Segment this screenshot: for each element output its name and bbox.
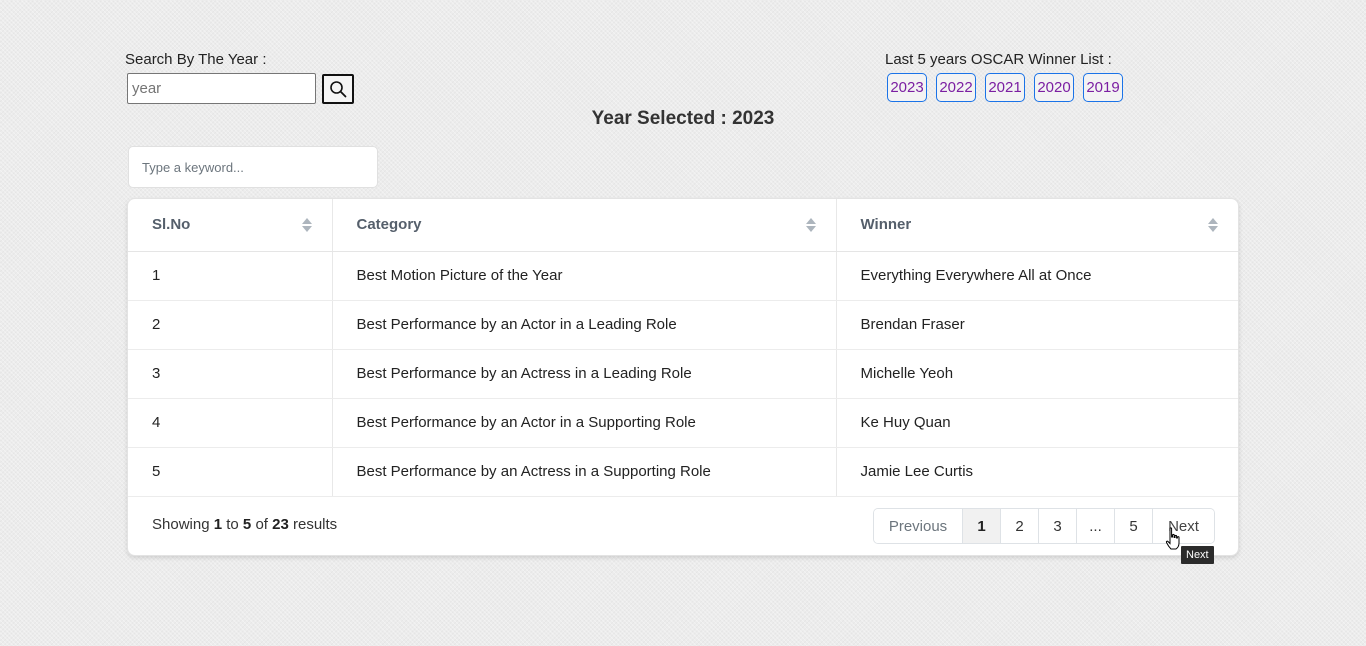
sort-icon[interactable] (301, 217, 312, 232)
cell-winner: Brendan Fraser (835, 300, 1238, 350)
search-icon (330, 81, 347, 98)
summary-from: 1 (213, 516, 223, 533)
cell-slno: 5 (128, 447, 332, 497)
page-button-1[interactable]: 1 (962, 509, 1000, 543)
sort-icon[interactable] (1208, 217, 1218, 232)
column-header-category[interactable]: Category (331, 199, 836, 252)
column-header-label: Category (356, 216, 422, 234)
table-row: 5 Best Performance by an Actress in a Su… (128, 447, 1238, 497)
table-header-row: Sl.No Category Winner (128, 199, 1238, 252)
cell-winner: Jamie Lee Curtis (835, 447, 1238, 497)
cell-slno: 4 (128, 398, 332, 448)
page-button-5[interactable]: 5 (1114, 509, 1152, 543)
summary-to: 5 (242, 516, 252, 533)
cell-category: Best Performance by an Actor in a Leadin… (331, 300, 836, 350)
cell-slno: 3 (128, 349, 332, 399)
column-header-slno[interactable]: Sl.No (128, 199, 332, 252)
year-button-2022[interactable]: 2022 (936, 73, 976, 102)
next-page-button[interactable]: Next (1152, 509, 1214, 543)
year-button-2023[interactable]: 2023 (887, 73, 927, 102)
table-row: 3 Best Performance by an Actress in a Le… (128, 349, 1238, 399)
column-header-winner[interactable]: Winner (835, 199, 1238, 252)
search-label: Search By The Year : (125, 51, 267, 68)
next-tooltip: Next (1181, 546, 1214, 564)
year-button-2020[interactable]: 2020 (1034, 73, 1074, 102)
results-table: Sl.No Category Winner 1 Best Motion Pict… (128, 199, 1238, 497)
table-row: 2 Best Performance by an Actor in a Lead… (128, 300, 1238, 350)
sort-icon[interactable] (805, 217, 816, 232)
hand-cursor-icon (1165, 527, 1180, 550)
cell-winner: Everything Everywhere All at Once (835, 251, 1238, 301)
column-header-label: Sl.No (152, 216, 191, 234)
summary-to-word: to (226, 516, 239, 533)
year-search-input[interactable] (127, 73, 316, 104)
cell-category: Best Performance by an Actress in a Lead… (331, 349, 836, 399)
year-button-2021[interactable]: 2021 (985, 73, 1025, 102)
keyword-filter-input[interactable] (128, 146, 378, 188)
cell-category: Best Performance by an Actor in a Suppor… (331, 398, 836, 448)
column-header-label: Winner (860, 216, 912, 234)
page-button-3[interactable]: 3 (1038, 509, 1076, 543)
year-button-2019[interactable]: 2019 (1083, 73, 1123, 102)
cell-winner: Michelle Yeoh (835, 349, 1238, 399)
page-ellipsis: ... (1076, 509, 1114, 543)
page-button-2[interactable]: 2 (1000, 509, 1038, 543)
results-table-card: Sl.No Category Winner 1 Best Motion Pict… (127, 198, 1239, 556)
table-row: 1 Best Motion Picture of the Year Everyt… (128, 251, 1238, 301)
summary-prefix: Showing (152, 516, 210, 533)
cell-category: Best Motion Picture of the Year (331, 251, 836, 301)
summary-total: 23 (272, 516, 289, 533)
previous-page-button[interactable]: Previous (874, 509, 962, 543)
cell-category: Best Performance by an Actress in a Supp… (331, 447, 836, 497)
table-footer: Showing 1 to 5 of 23 results Previous 1 … (128, 497, 1238, 555)
cell-slno: 1 (128, 251, 332, 301)
summary-results-word: results (292, 516, 338, 533)
results-summary: Showing 1 to 5 of 23 results (152, 516, 337, 533)
summary-of-word: of (255, 516, 268, 533)
year-selected-heading: Year Selected : 2023 (591, 108, 775, 129)
search-button[interactable] (322, 74, 354, 104)
pagination: Previous 1 2 3 ... 5 Next (873, 508, 1215, 544)
oscar-list-label: Last 5 years OSCAR Winner List : (885, 51, 1112, 68)
table-row: 4 Best Performance by an Actor in a Supp… (128, 398, 1238, 448)
cell-winner: Ke Huy Quan (835, 398, 1238, 448)
year-button-group: 2023 2022 2021 2020 2019 (887, 73, 1123, 102)
cell-slno: 2 (128, 300, 332, 350)
